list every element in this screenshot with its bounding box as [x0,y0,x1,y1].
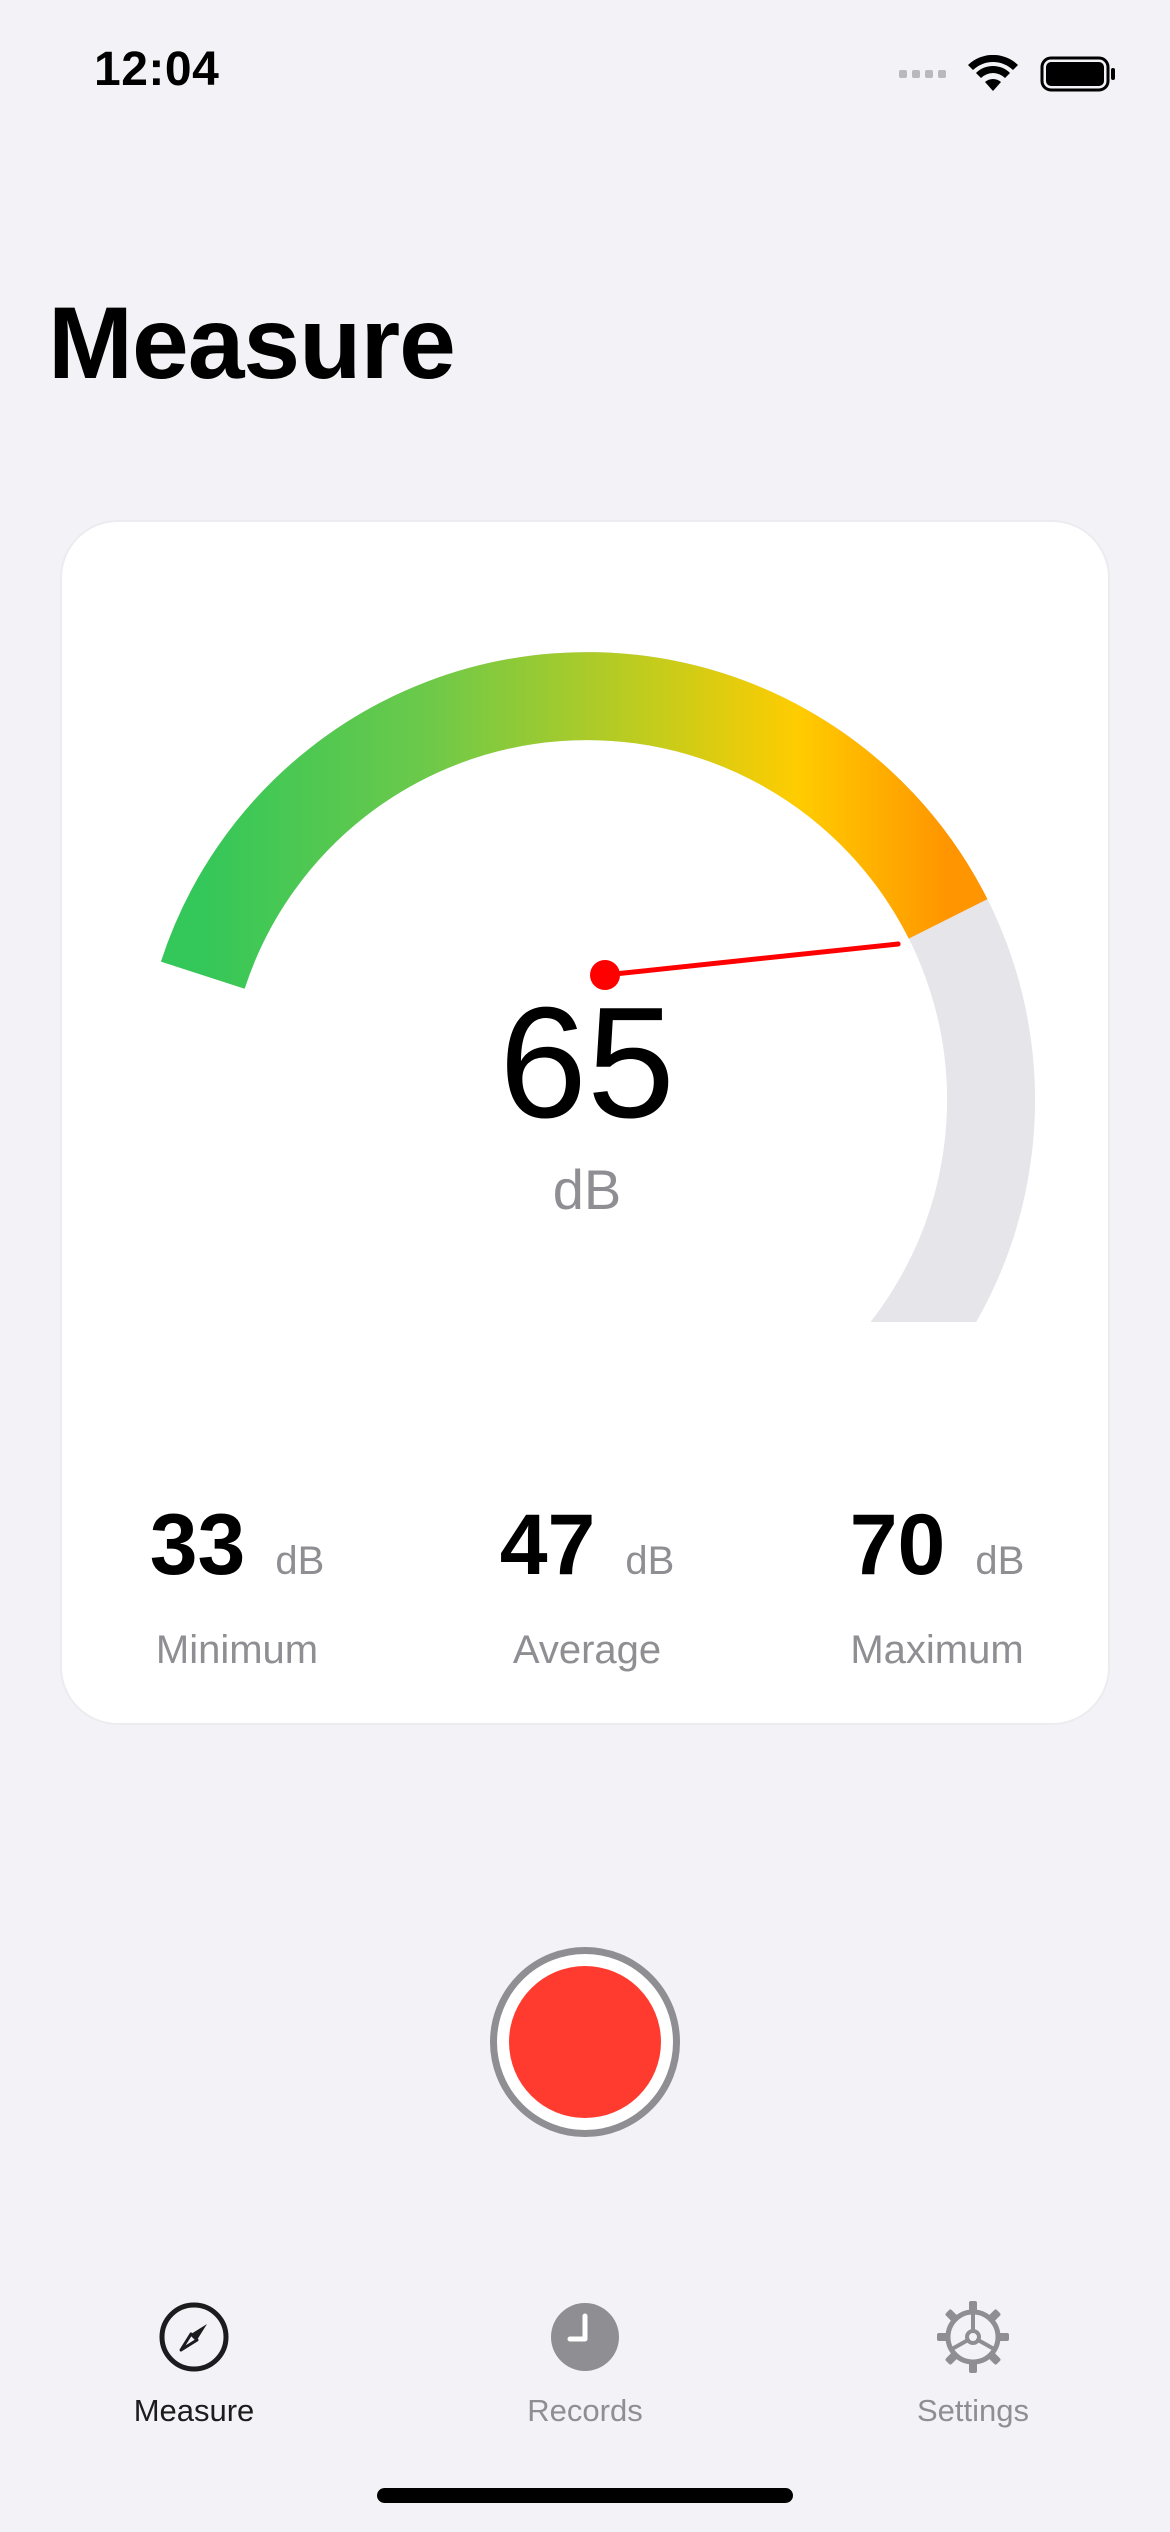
meter-card: 65 dB 33 dB Minimum 47 dB Average 70 dB … [60,520,1110,1725]
stat-label: Minimum [155,1628,319,1672]
wifi-icon [968,55,1018,91]
tab-records[interactable]: Records [465,2290,705,2429]
home-indicator [377,2488,793,2503]
status-time: 12:04 [94,43,220,96]
status-icons [899,50,1116,98]
tab-label: Settings [916,2393,1029,2428]
current-level-value: 65 [499,975,675,1151]
stat-average: 47 dB Average [412,1502,762,1670]
gauge-level-arc [160,652,988,989]
gear-icon [937,2301,1009,2373]
tab-bar: Measure Records Settings [0,2290,1170,2450]
battery-icon [1040,56,1115,92]
stat-label: Average [512,1628,662,1672]
stat-unit: dB [975,1539,1025,1583]
page-title: Measure [48,286,456,400]
tab-settings[interactable]: Settings [853,2290,1093,2429]
gauge-needle [602,941,901,978]
stat-label: Maximum [850,1628,1024,1672]
record-icon [509,1966,661,2118]
stat-value: 33 [149,1497,246,1593]
tab-label: Measure [133,2393,255,2428]
current-level-unit: dB [552,1158,622,1221]
stat-value: 70 [849,1497,946,1593]
stat-unit: dB [275,1539,325,1583]
clock-icon [551,2303,619,2371]
stat-value: 47 [499,1497,596,1593]
record-button[interactable] [490,1947,680,2137]
stat-unit: dB [625,1539,675,1583]
tab-measure[interactable]: Measure [74,2290,314,2429]
tab-label: Records [527,2393,643,2428]
stat-maximum: 70 dB Maximum [762,1502,1112,1670]
screen: 12:04 Measure 65 dB 33 dB Minimum 47 dB … [0,0,1170,2532]
stat-minimum: 33 dB Minimum [62,1502,412,1670]
compass-icon [159,2302,229,2372]
cellular-signal-icon [899,70,946,78]
stats-row: 33 dB Minimum 47 dB Average 70 dB Maximu… [62,1502,1112,1670]
